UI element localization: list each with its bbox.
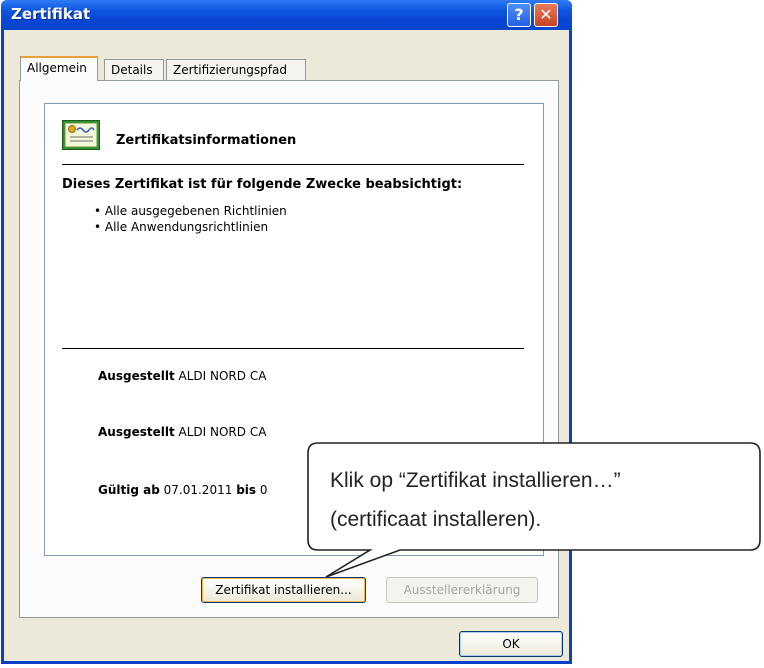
issued-to-label: Ausgestellt (98, 369, 175, 383)
issued-to-value: ALDI NORD CA (178, 369, 267, 383)
callout-text-line1: Klik op “Zertifikat installieren…” (330, 469, 621, 492)
callout-text-line2: (certificaat installeren). (330, 508, 542, 531)
help-button[interactable]: ? (507, 3, 531, 27)
tab-general[interactable]: Allgemein (20, 56, 98, 81)
purpose-item: • Alle Anwendungsrichtlinien (94, 220, 269, 234)
close-icon: ✕ (539, 5, 553, 24)
valid-to-value: 0 (259, 483, 268, 497)
close-button[interactable]: ✕ (534, 3, 558, 27)
valid-from-label: Gültig ab (98, 483, 160, 497)
title-bar[interactable]: Zertifikat ? ✕ (1, 0, 572, 30)
tab-certification-path[interactable]: Zertifizierungspfad (166, 59, 306, 81)
certificate-icon (62, 120, 100, 150)
tab-details[interactable]: Details (104, 59, 164, 81)
ok-button[interactable]: OK (459, 631, 563, 657)
issued-by-field: Ausgestellt ALDI NORD CA (98, 425, 266, 439)
help-icon: ? (514, 5, 524, 24)
issued-to-field: Ausgestellt ALDI NORD CA (98, 369, 266, 383)
valid-to-label: bis (236, 483, 257, 497)
divider (62, 164, 524, 165)
window-title: Zertifikat (11, 5, 91, 23)
purposes-title: Dieses Zertifikat ist für folgende Zweck… (62, 177, 463, 192)
info-heading: Zertifikatsinformationen (116, 133, 297, 148)
issuer-statement-button: Ausstellererklärung (386, 577, 538, 603)
issued-by-label: Ausgestellt (98, 425, 175, 439)
valid-from-value: 07.01.2011 (163, 483, 233, 497)
install-certificate-button[interactable]: Zertifikat installieren... (201, 577, 366, 603)
issued-by-value: ALDI NORD CA (178, 425, 267, 439)
validity-field: Gültig ab 07.01.2011 bis 0 (98, 483, 268, 497)
purpose-item: • Alle ausgegebenen Richtlinien (94, 204, 287, 218)
divider (62, 348, 524, 349)
